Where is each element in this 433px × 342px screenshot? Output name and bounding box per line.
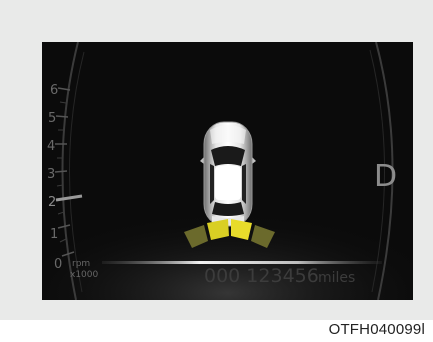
tach-label-6: 6 [50,83,58,98]
tach-label-2: 2 [48,195,56,210]
gear-indicator: D [374,159,397,194]
image-code-caption: OTFH040099l [328,321,425,338]
tach-unit-x1000: x1000 [70,270,99,280]
car-top-view-icon [200,121,256,227]
instrument-cluster-display: 6 5 4 3 2 1 0 rpm x1000 D 000 123456 mil… [42,42,413,300]
odometer-value: 000 123456 [204,265,319,287]
tach-label-1: 1 [50,227,58,242]
tach-unit-rpm: rpm [72,259,90,269]
tach-label-5: 5 [48,111,56,126]
odometer-unit: miles [318,270,355,286]
tach-label-3: 3 [47,167,55,182]
cluster-scene: 6 5 4 3 2 1 0 rpm x1000 D 000 123456 mil… [42,42,413,300]
tach-label-0: 0 [54,257,62,272]
odometer-highlight-line [102,261,382,264]
tach-label-4: 4 [47,139,55,154]
